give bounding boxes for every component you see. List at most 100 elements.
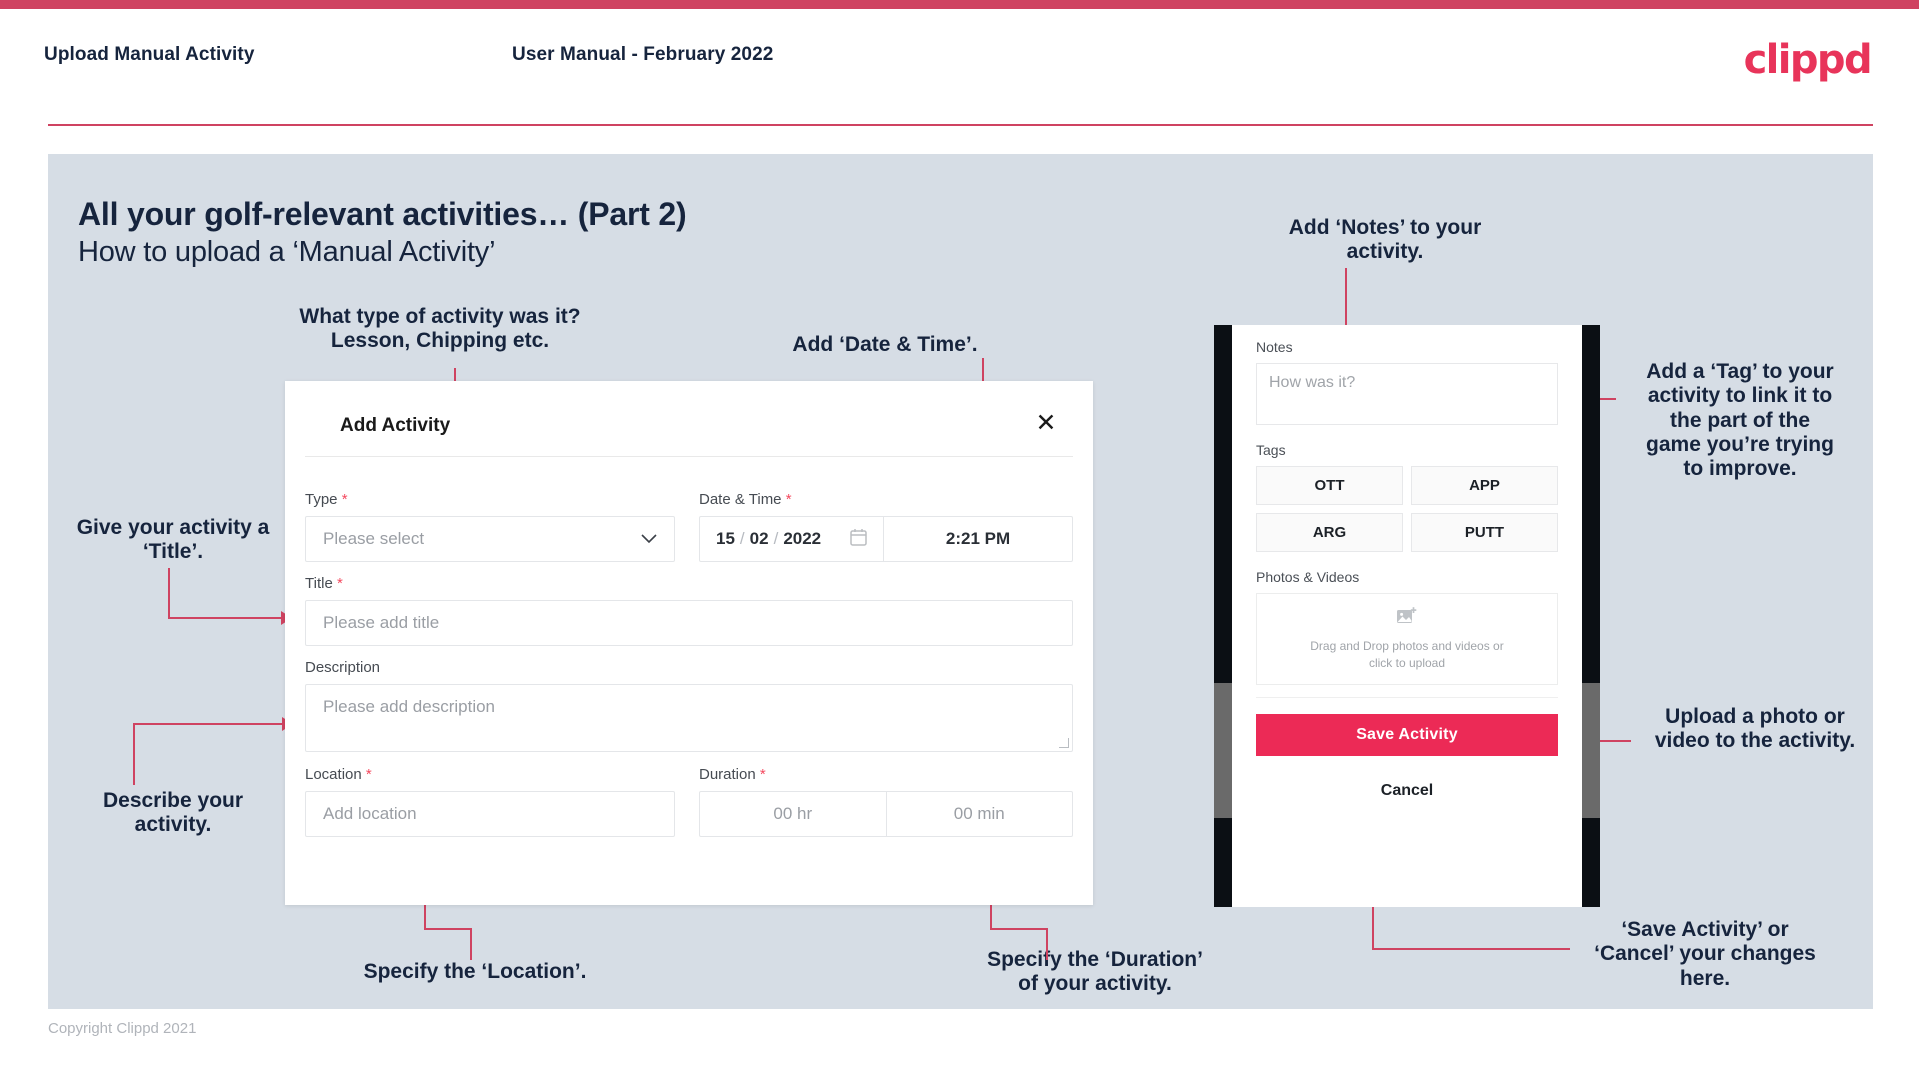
connector-dur-v [1046,928,1048,960]
annotation-type: What type of activity was it? Lesson, Ch… [299,305,581,353]
field-description: Description Please add description [305,659,1073,752]
required-marker-location: * [365,766,372,783]
add-image-icon [1396,606,1418,631]
connector-title-v [168,568,170,618]
phone-divider [1256,697,1558,698]
header-left-title: Upload Manual Activity [44,44,255,65]
connector-save-h [1372,948,1570,950]
dropzone-text: Drag and Drop photos and videos or click… [1310,638,1504,670]
location-input[interactable]: Add location [305,791,675,837]
phone-mockup: Notes How was it? Tags OTT APP ARG PUTT … [1214,325,1600,907]
field-datetime: Date & Time * 15 / 02 / 2022 2:21 PM [699,491,1073,562]
tag-button-ott[interactable]: OTT [1256,466,1403,505]
datetime-control: 15 / 02 / 2022 2:21 PM [699,516,1073,562]
duration-control: 00 hr 00 min [699,791,1073,837]
label-description: Description [305,659,381,676]
title-placeholder: Please add title [323,613,440,632]
type-placeholder: Please select [323,529,425,548]
date-month: 02 [749,529,769,548]
photos-videos-label: Photos & Videos [1256,569,1360,585]
slide-page: Upload Manual Activity User Manual - Feb… [0,0,1919,1079]
dialog-divider [305,456,1073,457]
duration-minutes-input[interactable]: 00 min [885,792,1073,836]
label-duration-text: Duration [699,766,756,783]
field-title: Title * Please add title [305,575,1073,646]
connector-notes-v [1345,268,1347,326]
annotation-tags: Add a ‘Tag’ to your activity to link it … [1646,360,1834,481]
date-sep-2: / [773,529,779,548]
required-marker-datetime: * [785,491,792,508]
tag-button-app[interactable]: APP [1411,466,1558,505]
tags-grid: OTT APP ARG PUTT [1256,466,1558,552]
save-activity-button[interactable]: Save Activity [1256,714,1558,756]
annotation-title: Give your activity a ‘Title’. [76,516,270,564]
photo-upload-dropzone[interactable]: Drag and Drop photos and videos or click… [1256,593,1558,685]
cancel-button[interactable]: Cancel [1256,782,1558,800]
tag-button-putt[interactable]: PUTT [1411,513,1558,552]
field-duration: Duration * 00 hr 00 min [699,766,1073,837]
date-day: 15 [716,529,735,548]
connector-dur-h [990,928,1048,930]
header-divider [48,124,1873,126]
time-input[interactable]: 2:21 PM [883,517,1072,561]
notes-placeholder: How was it? [1269,374,1356,391]
date-sep-1: / [739,529,745,548]
label-location-text: Location [305,766,362,783]
connector-loc-h [424,928,472,930]
page-subtitle: How to upload a ‘Manual Activity’ [78,236,496,268]
required-marker-title: * [336,575,343,592]
annotation-duration: Specify the ‘Duration’ of your activity. [987,948,1203,996]
annotation-date-time: Add ‘Date & Time’. [792,333,978,356]
annotation-location: Specify the ‘Location’. [363,960,587,983]
required-marker-duration: * [759,766,766,783]
description-placeholder: Please add description [323,697,496,716]
description-textarea[interactable]: Please add description [305,684,1073,752]
label-datetime-text: Date & Time [699,491,782,508]
annotation-notes: Add ‘Notes’ to your activity. [1288,216,1482,264]
connector-loc-v [470,928,472,960]
chevron-down-icon [641,531,657,548]
top-accent-bar [0,0,1919,9]
connector-desc-h [133,723,285,725]
annotation-save-cancel: ‘Save Activity’ or ‘Cancel’ your changes… [1594,918,1816,990]
notes-label: Notes [1256,339,1293,355]
location-placeholder: Add location [323,804,417,823]
page-title: All your golf-relevant activities… (Part… [78,196,687,232]
date-input[interactable]: 15 / 02 / 2022 [700,517,883,561]
clippd-logo: clippd [1743,37,1873,83]
phone-bezel-left [1214,325,1232,907]
annotation-description: Describe your activity. [102,789,244,837]
annotation-upload: Upload a photo or video to the activity. [1654,705,1856,753]
close-icon[interactable]: ✕ [1029,406,1063,440]
required-marker-type: * [341,491,348,508]
add-activity-dialog: Add Activity ✕ Type * Please select Date… [285,381,1093,905]
type-select[interactable]: Please select [305,516,675,562]
duration-hours-input[interactable]: 00 hr [700,792,886,836]
phone-bezel-right [1582,325,1600,907]
connector-loc-v2 [424,903,426,929]
label-title-text: Title [305,575,333,592]
tags-label: Tags [1256,442,1286,458]
phone-bezel-left-accent [1214,683,1232,818]
label-type-text: Type [305,491,338,508]
notes-input[interactable]: How was it? [1256,363,1558,425]
connector-title-h [168,617,284,619]
date-year: 2022 [783,529,822,548]
field-type: Type * Please select [305,491,675,562]
dialog-title: Add Activity [340,415,451,436]
field-location: Location * Add location [305,766,675,837]
label-location: Location * [305,766,675,783]
footer-copyright: Copyright Clippd 2021 [48,1020,197,1037]
phone-screen: Notes How was it? Tags OTT APP ARG PUTT … [1232,325,1582,907]
tag-button-arg[interactable]: ARG [1256,513,1403,552]
title-input[interactable]: Please add title [305,600,1073,646]
phone-bezel-right-accent [1582,683,1600,818]
label-title: Title * [305,575,1073,592]
connector-desc-v [133,723,135,785]
label-duration: Duration * [699,766,1073,783]
header-center-title: User Manual - February 2022 [512,44,774,65]
connector-dur-v2 [990,903,992,929]
calendar-icon[interactable] [850,528,867,551]
label-type: Type * [305,491,675,508]
label-datetime: Date & Time * [699,491,1073,508]
